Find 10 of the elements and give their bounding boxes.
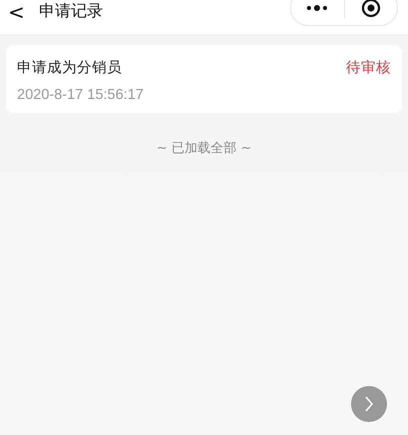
- end-of-list-note: ~ 已加载全部 ~: [156, 141, 252, 156]
- chevron-right-icon: [364, 396, 374, 412]
- more-icon[interactable]: [306, 5, 328, 11]
- back-button[interactable]: <: [8, 2, 25, 22]
- record-title: 申请成为分销员: [17, 59, 122, 77]
- record-status: 待审核: [346, 58, 391, 77]
- record-card[interactable]: 申请成为分销员 待审核 2020-8-17 15:56:17: [6, 45, 402, 113]
- record-time: 2020-8-17 15:56:17: [17, 87, 145, 103]
- page-title: 申请记录: [38, 0, 103, 22]
- next-button[interactable]: [351, 386, 387, 422]
